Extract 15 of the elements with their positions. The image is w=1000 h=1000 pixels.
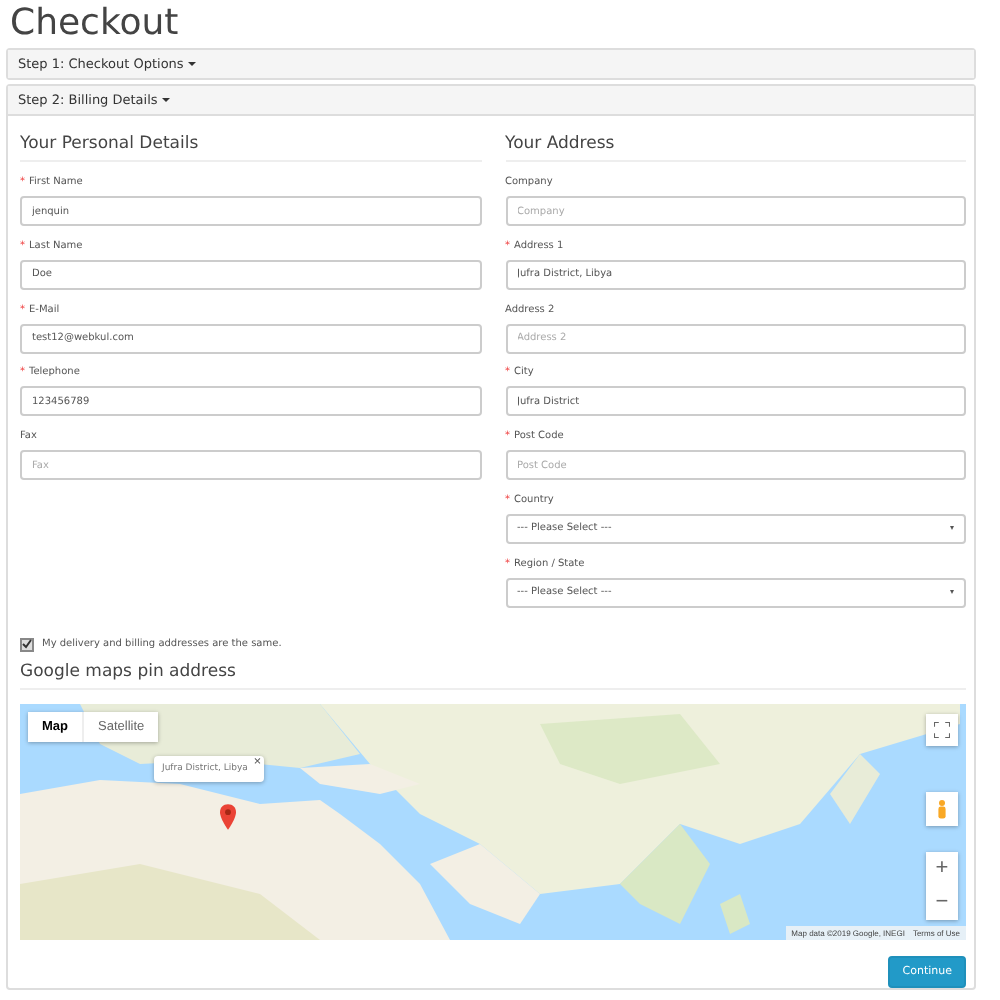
zoom-in-button[interactable]: +	[926, 851, 958, 886]
person-icon	[936, 797, 948, 820]
section-heading: Google maps pin address	[20, 651, 966, 690]
fullscreen-icon	[934, 721, 950, 738]
caret-icon	[161, 98, 170, 103]
page-title: Checkout	[10, 4, 181, 44]
caret-icon	[187, 62, 196, 67]
map-pin-icon[interactable]	[220, 803, 236, 830]
checkbox[interactable]	[20, 637, 34, 652]
section-heading: Your Personal Details	[20, 116, 481, 162]
dropdown-arrow-icon	[950, 526, 954, 531]
zoom-out-button[interactable]: −	[926, 885, 958, 920]
dropdown-arrow-icon	[950, 590, 954, 595]
section-heading: Your Address	[505, 116, 966, 162]
fullscreen-button[interactable]	[926, 713, 958, 746]
